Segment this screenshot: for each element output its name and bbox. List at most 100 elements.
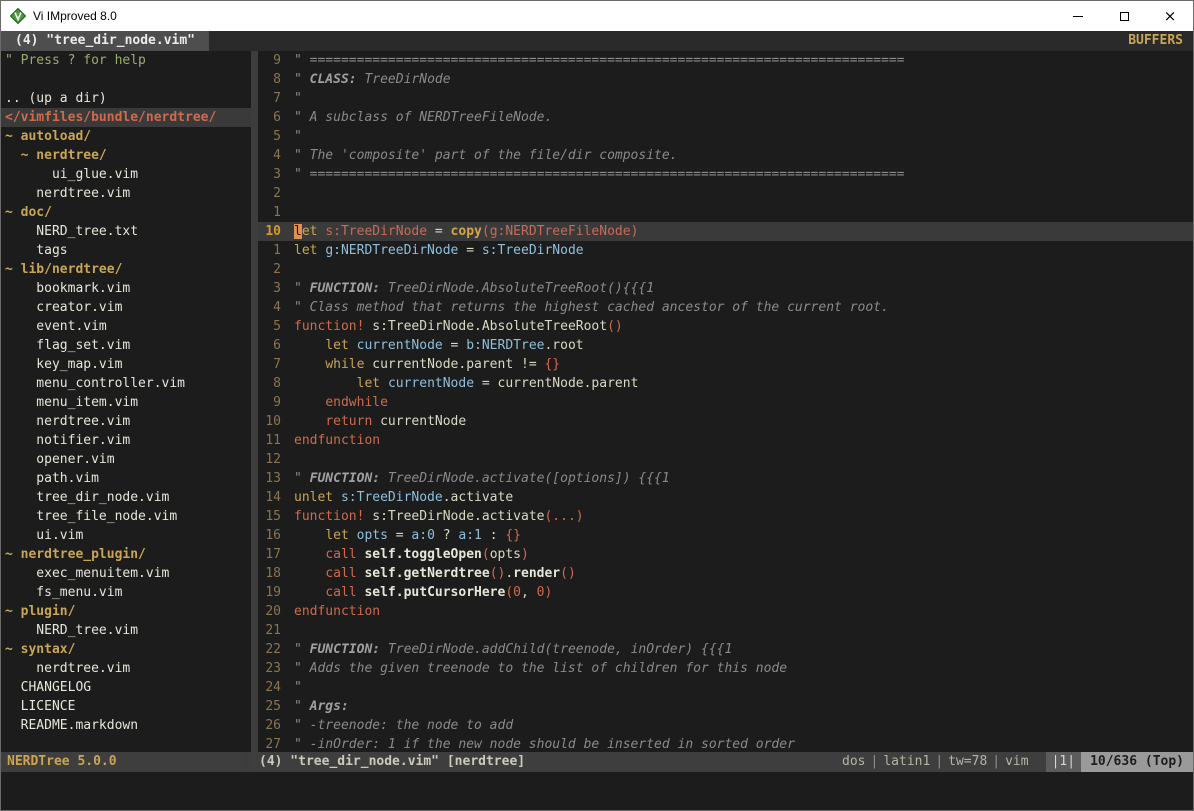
code-line[interactable]: 1let g:NERDTreeDirNode = s:TreeDirNode xyxy=(258,241,1193,260)
tree-dir-item[interactable]: ~ lib/nerdtree/ xyxy=(1,260,251,279)
code-line[interactable]: 12 xyxy=(258,450,1193,469)
tree-up-dir-item[interactable]: .. (up a dir) xyxy=(1,89,251,108)
code-line[interactable]: 21 xyxy=(258,621,1193,640)
tree-file-item[interactable]: notifier.vim xyxy=(1,431,251,450)
code-line[interactable]: 10 return currentNode xyxy=(258,412,1193,431)
code-line[interactable]: 8 let currentNode = currentNode.parent xyxy=(258,374,1193,393)
code-line[interactable]: 19 call self.putCursorHere(0, 0) xyxy=(258,583,1193,602)
code-line[interactable]: 11endfunction xyxy=(258,431,1193,450)
code-text: call self.toggleOpen(opts) xyxy=(288,545,529,564)
code-line[interactable]: 9" =====================================… xyxy=(258,51,1193,70)
filetype-flag: vim xyxy=(1000,752,1033,772)
tree-file-item[interactable]: menu_controller.vim xyxy=(1,374,251,393)
tree-root-path[interactable]: </vimfiles/bundle/nerdtree/ xyxy=(1,108,251,127)
tree-file-item[interactable]: nerdtree.vim xyxy=(1,184,251,203)
code-line[interactable]: 23" Adds the given treenode to the list … xyxy=(258,659,1193,678)
code-line[interactable]: 9 endwhile xyxy=(258,393,1193,412)
code-line[interactable]: 6" A subclass of NERDTreeFileNode. xyxy=(258,108,1193,127)
close-button[interactable]: × xyxy=(1147,1,1193,31)
minimize-button[interactable] xyxy=(1055,1,1101,31)
code-line[interactable]: 22" FUNCTION: TreeDirNode.addChild(treen… xyxy=(258,640,1193,659)
code-segment xyxy=(294,414,325,429)
code-segment xyxy=(294,376,357,391)
vertical-split-handle[interactable] xyxy=(251,51,258,752)
tree-file-item[interactable]: creator.vim xyxy=(1,298,251,317)
code-line[interactable]: 15function! s:TreeDirNode.activate(...) xyxy=(258,507,1193,526)
command-line[interactable] xyxy=(1,772,1193,810)
code-segment: opts xyxy=(357,528,388,543)
code-line[interactable]: 13" FUNCTION: TreeDirNode.activate([opti… xyxy=(258,469,1193,488)
line-number: 3 xyxy=(258,279,288,298)
code-line[interactable]: 3" =====================================… xyxy=(258,165,1193,184)
code-segment: " xyxy=(294,642,310,657)
tree-file-item[interactable]: LICENCE xyxy=(1,697,251,716)
code-segment: function! xyxy=(294,319,364,334)
code-line-current[interactable]: 10let s:TreeDirNode = copy(g:NERDTreeFil… xyxy=(258,222,1193,241)
tree-file-item[interactable]: event.vim xyxy=(1,317,251,336)
code-segment: self.toggleOpen xyxy=(364,547,481,562)
code-line[interactable]: 18 call self.getNerdtree().render() xyxy=(258,564,1193,583)
tree-dir-item[interactable]: ~ syntax/ xyxy=(1,640,251,659)
code-line[interactable]: 4" The 'composite' part of the file/dir … xyxy=(258,146,1193,165)
code-line[interactable]: 25" Args: xyxy=(258,697,1193,716)
maximize-icon xyxy=(1120,12,1129,21)
code-line[interactable]: 16 let opts = a:0 ? a:1 : {} xyxy=(258,526,1193,545)
tree-file-item[interactable]: flag_set.vim xyxy=(1,336,251,355)
tree-file-item[interactable]: NERD_tree.txt xyxy=(1,222,251,241)
tree-file-item[interactable]: nerdtree.vim xyxy=(1,412,251,431)
maximize-button[interactable] xyxy=(1101,1,1147,31)
code-line[interactable]: 6 let currentNode = b:NERDTree.root xyxy=(258,336,1193,355)
tree-file-item[interactable]: menu_item.vim xyxy=(1,393,251,412)
tree-dir-item[interactable]: ~ doc/ xyxy=(1,203,251,222)
tree-file-item[interactable]: path.vim xyxy=(1,469,251,488)
code-line[interactable]: 2 xyxy=(258,260,1193,279)
tree-file-item[interactable]: nerdtree.vim xyxy=(1,659,251,678)
code-line[interactable]: 26" -treenode: the node to add xyxy=(258,716,1193,735)
code-text: " A subclass of NERDTreeFileNode. xyxy=(288,108,552,127)
code-line[interactable]: 8" CLASS: TreeDirNode xyxy=(258,70,1193,89)
code-line[interactable]: 2 xyxy=(258,184,1193,203)
line-number: 13 xyxy=(258,469,288,488)
code-line[interactable]: 3" FUNCTION: TreeDirNode.AbsoluteTreeRoo… xyxy=(258,279,1193,298)
code-segment: TreeDirNode xyxy=(357,72,451,87)
tree-file-item[interactable]: NERD_tree.vim xyxy=(1,621,251,640)
code-segment: = xyxy=(388,528,411,543)
code-text: endfunction xyxy=(288,602,380,621)
code-line[interactable]: 1 xyxy=(258,203,1193,222)
code-line[interactable]: 17 call self.toggleOpen(opts) xyxy=(258,545,1193,564)
tree-file-item[interactable]: ui_glue.vim xyxy=(1,165,251,184)
code-segment: endfunction xyxy=(294,433,380,448)
tree-file-item[interactable]: bookmark.vim xyxy=(1,279,251,298)
tree-file-item[interactable]: opener.vim xyxy=(1,450,251,469)
tree-dir-item[interactable]: ~ plugin/ xyxy=(1,602,251,621)
tree-dir-item[interactable]: ~ autoload/ xyxy=(1,127,251,146)
tree-file-item[interactable]: fs_menu.vim xyxy=(1,583,251,602)
code-line[interactable]: 5function! s:TreeDirNode.AbsoluteTreeRoo… xyxy=(258,317,1193,336)
code-segment: s:TreeDirNode xyxy=(325,224,427,239)
tree-dir-item[interactable]: ~ nerdtree_plugin/ xyxy=(1,545,251,564)
tree-file-item[interactable]: tree_dir_node.vim xyxy=(1,488,251,507)
code-line[interactable]: 14unlet s:TreeDirNode.activate xyxy=(258,488,1193,507)
code-segment xyxy=(349,528,357,543)
tree-dir-item[interactable]: ~ nerdtree/ xyxy=(1,146,251,165)
code-segment: b:NERDTree xyxy=(466,338,544,353)
code-segment: " xyxy=(294,72,310,87)
code-line[interactable]: 27" -inOrder: 1 if the new node should b… xyxy=(258,735,1193,752)
tree-file-item[interactable]: tags xyxy=(1,241,251,260)
code-segment: let xyxy=(325,338,348,353)
code-line[interactable]: 20endfunction xyxy=(258,602,1193,621)
code-line[interactable]: 5" xyxy=(258,127,1193,146)
tree-file-item[interactable]: key_map.vim xyxy=(1,355,251,374)
line-number: 20 xyxy=(258,602,288,621)
line-number: 5 xyxy=(258,317,288,336)
tree-file-item[interactable]: exec_menuitem.vim xyxy=(1,564,251,583)
tree-file-item[interactable]: tree_file_node.vim xyxy=(1,507,251,526)
code-line[interactable]: 24" xyxy=(258,678,1193,697)
tree-file-item[interactable]: README.markdown xyxy=(1,716,251,735)
code-line[interactable]: 7" xyxy=(258,89,1193,108)
tab-tree-dir-node[interactable]: (4) "tree_dir_node.vim" xyxy=(1,31,209,51)
code-line[interactable]: 4" Class method that returns the highest… xyxy=(258,298,1193,317)
tree-file-item[interactable]: CHANGELOG xyxy=(1,678,251,697)
tree-file-item[interactable]: ui.vim xyxy=(1,526,251,545)
code-line[interactable]: 7 while currentNode.parent != {} xyxy=(258,355,1193,374)
